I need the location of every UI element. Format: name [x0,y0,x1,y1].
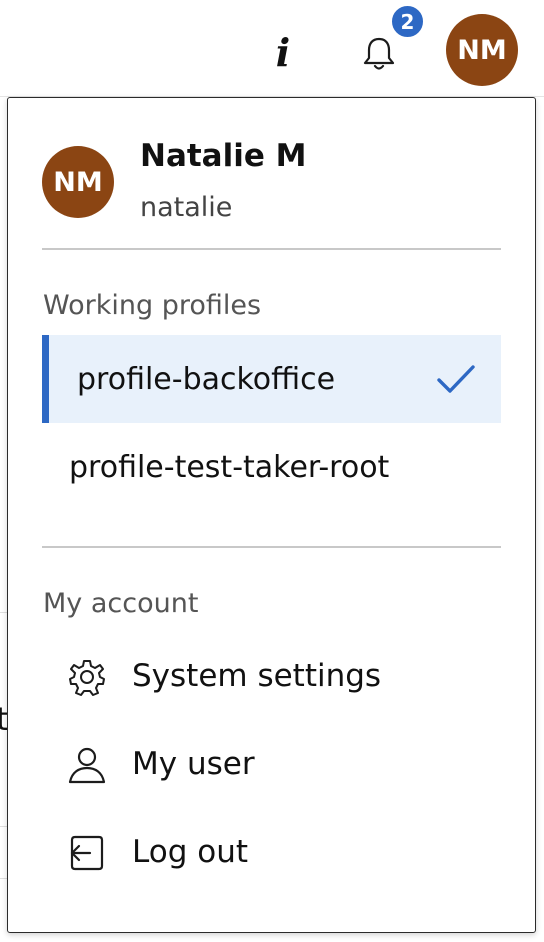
avatar: NM [42,146,114,218]
info-icon: i [275,30,291,75]
bell-icon [363,37,395,70]
user-menu-dropdown: NM Natalie M natalie Working profiles pr… [7,97,536,933]
log-out-menu-item[interactable]: Log out [42,817,501,887]
top-bar: i 2 NM [0,0,544,98]
logout-icon [70,835,104,871]
user-icon [68,747,106,784]
user-login: natalie [140,192,233,223]
working-profiles-heading: Working profiles [43,290,262,321]
user-display-name: Natalie M [140,138,307,174]
menu-item-label: My user [132,746,255,782]
info-button[interactable]: i [262,28,304,78]
my-account-heading: My account [43,588,199,619]
profile-label: profile-backoffice [77,361,336,397]
menu-divider [42,546,501,548]
gear-icon [69,660,105,696]
profile-label: profile-test-taker-root [69,449,390,485]
notification-badge: 2 [389,3,426,40]
my-user-menu-item[interactable]: My user [42,729,501,799]
system-settings-menu-item[interactable]: System settings [42,641,501,711]
profile-item-backoffice[interactable]: profile-backoffice [42,335,501,423]
profile-item-test-taker-root[interactable]: profile-test-taker-root [42,423,501,511]
menu-divider [42,248,501,250]
check-icon [437,365,475,393]
menu-item-label: Log out [132,834,248,870]
user-avatar-button[interactable]: NM [446,14,518,86]
menu-item-label: System settings [132,658,382,694]
